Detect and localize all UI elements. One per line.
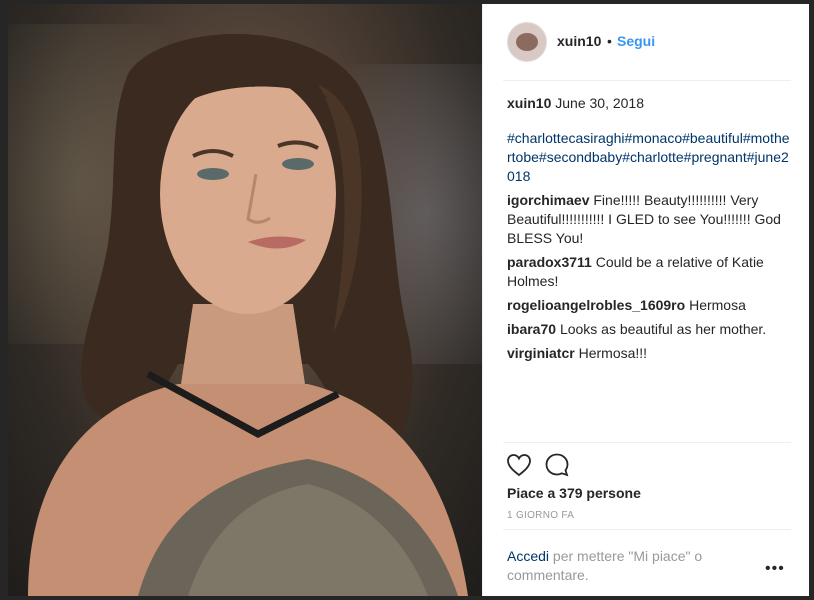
post-viewer: xuin10 • Segui xuin10 June 30, 2018 #cha… xyxy=(0,0,814,600)
comment-username[interactable]: rogelioangelrobles_1609ro xyxy=(507,297,685,313)
comments-list: igorchimaev Fine!!!!! Beauty!!!!!!!!!! V… xyxy=(507,191,791,368)
separator-dot: • xyxy=(607,33,612,49)
portrait-illustration xyxy=(28,34,468,596)
comment-text: Looks as beautiful as her mother. xyxy=(559,321,767,337)
divider xyxy=(503,442,791,443)
divider xyxy=(503,529,791,530)
comment-item: igorchimaev Fine!!!!! Beauty!!!!!!!!!! V… xyxy=(507,191,791,248)
avatar[interactable] xyxy=(507,22,547,62)
follow-button[interactable]: Segui xyxy=(617,33,655,49)
comment-item: virginiatcr Hermosa!!! xyxy=(507,344,791,363)
comment-item: ibara70 Looks as beautiful as her mother… xyxy=(507,320,791,339)
comment-item: rogelioangelrobles_1609ro Hermosa xyxy=(507,296,791,315)
divider xyxy=(503,80,791,81)
comment-username[interactable]: paradox3711 xyxy=(507,254,592,270)
post-timestamp: 1 GIORNO FA xyxy=(507,510,575,521)
post-author-username[interactable]: xuin10 xyxy=(557,33,601,49)
post-caption: xuin10 June 30, 2018 xyxy=(507,94,791,113)
comment-icon[interactable] xyxy=(543,451,571,479)
avatar-image xyxy=(516,33,538,51)
login-link[interactable]: Accedi xyxy=(507,548,549,564)
post-hashtags[interactable]: #charlottecasiraghi#monaco#beautiful#mot… xyxy=(507,129,791,186)
post-date: June 30, 2018 xyxy=(555,95,644,111)
post-photo[interactable] xyxy=(8,4,482,596)
likes-count[interactable]: Piace a 379 persone xyxy=(507,485,641,501)
comment-username[interactable]: virginiatcr xyxy=(507,345,575,361)
comment-text: Hermosa xyxy=(689,297,746,313)
post-header: xuin10 • Segui xyxy=(483,4,809,80)
more-options-icon[interactable]: ••• xyxy=(765,560,785,578)
login-prompt: Accedi per mettere "Mi piace" o commenta… xyxy=(507,547,737,585)
comment-item: paradox3711 Could be a relative of Katie… xyxy=(507,253,791,291)
comment-username[interactable]: ibara70 xyxy=(507,321,556,337)
comment-username[interactable]: igorchimaev xyxy=(507,192,589,208)
comment-text: Hermosa!!! xyxy=(578,345,648,361)
caption-username[interactable]: xuin10 xyxy=(507,95,551,111)
heart-icon[interactable] xyxy=(505,451,533,479)
post-sidebar: xuin10 • Segui xuin10 June 30, 2018 #cha… xyxy=(482,4,809,596)
